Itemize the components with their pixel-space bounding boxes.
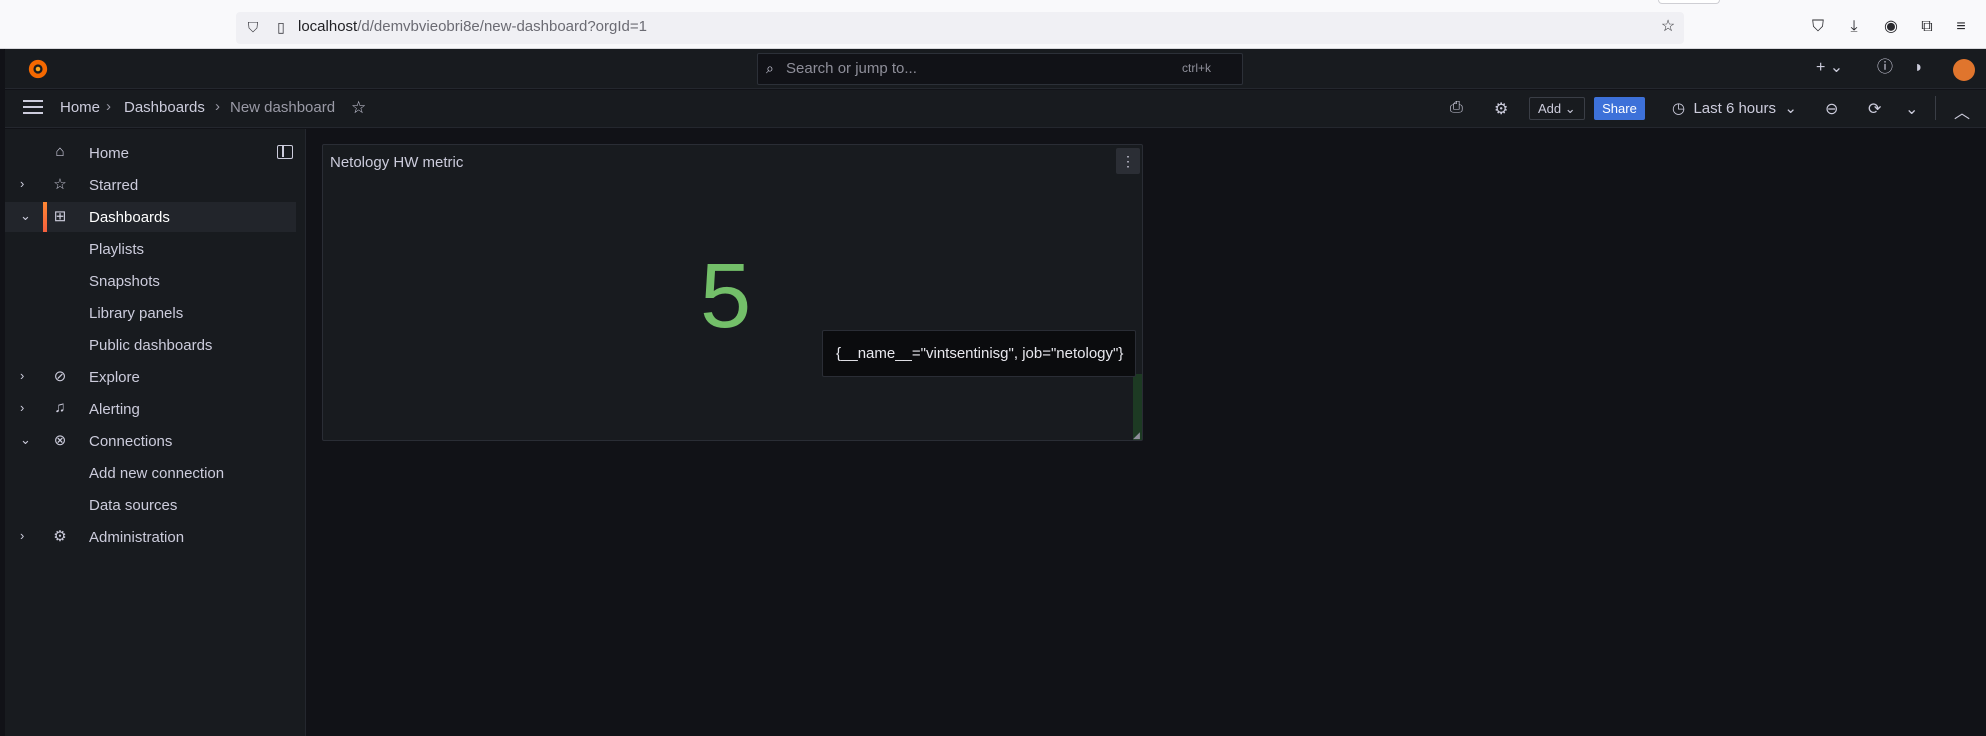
apps-icon: ⊞ [53,208,67,225]
search-placeholder: Search or jump to... [786,60,917,77]
shield-icon[interactable]: ⛉ [244,18,262,36]
compass-icon: ⊘ [53,368,67,385]
search-icon: ⌕ [766,60,774,76]
chevron-right-icon[interactable]: › [20,176,24,191]
sidebar-item-home[interactable]: ⌂ Home [5,138,296,168]
sidebar-item-administration[interactable]: › ⚙ Administration [5,522,296,552]
breadcrumb-home[interactable]: Home [60,99,100,116]
sidebar-item-explore[interactable]: › ⊘ Explore [5,362,296,392]
sidebar-item-snapshots[interactable]: Snapshots [5,266,296,296]
share-button[interactable]: Share [1594,97,1645,120]
resize-handle-icon[interactable]: ◢ [1133,430,1142,440]
star-icon: ☆ [53,176,67,193]
panel-title[interactable]: Netology HW metric [330,154,463,171]
page-icon[interactable]: ▯ [272,18,290,36]
chevron-down-icon: ⌄ [1564,101,1576,116]
refresh-icon[interactable]: ⟳ [1868,99,1881,119]
url-text[interactable]: localhost/d/demvbvieobri8e/new-dashboard… [298,18,647,35]
sidebar-item-starred[interactable]: › ☆ Starred [5,170,296,200]
search-shortcut: ctrl+k [1182,61,1212,75]
series-tooltip: {__name__="vintsentinisg", job="netology… [822,330,1136,377]
avatar[interactable] [1953,59,1975,81]
sidebar-item-playlists[interactable]: Playlists [5,234,296,264]
download-icon[interactable]: ⤓ [1843,16,1865,38]
cog-icon: ⚙ [53,528,67,545]
sidebar-item-connections[interactable]: ⌄ ⊗ Connections [5,426,296,456]
home-icon: ⌂ [55,143,65,160]
breadcrumb-separator: › [215,98,220,115]
save-dashboard-icon[interactable]: ⎙ [1450,99,1463,117]
bell-icon: ♫ [54,399,66,416]
chevron-down-icon: ⌄ [1784,100,1797,117]
bookmark-star-icon[interactable]: ☆ [1657,16,1679,38]
help-icon[interactable]: ⓘ [1877,57,1893,79]
chevron-down-icon[interactable]: ⌄ [20,432,31,448]
menu-toggle-icon[interactable] [23,100,43,116]
pocket-icon[interactable]: ⛉ [1807,16,1829,38]
new-plus-icon[interactable]: + ⌄ [1816,57,1843,79]
breadcrumb-separator: › [106,98,111,115]
stat-value: 5 [700,245,752,347]
news-rss-icon[interactable]: ◗ [1914,57,1924,79]
extensions-icon[interactable]: ⧉ [1916,16,1938,38]
dashboard-settings-gear-icon[interactable]: ⚙ [1494,99,1508,119]
time-range-picker[interactable]: ◷ Last 6 hours ⌄ [1672,99,1797,117]
collapse-chevron-up-icon[interactable]: ︿ [1954,99,1970,123]
grafana-logo-icon[interactable] [27,58,49,80]
link-icon: ⊗ [53,432,67,449]
sidebar-item-alerting[interactable]: › ♫ Alerting [5,394,296,424]
chevron-right-icon[interactable]: › [20,368,24,383]
toolbar-divider [1935,96,1936,120]
mark-favorite-star-icon[interactable]: ☆ [351,98,366,118]
sidebar-item-public-dashboards[interactable]: Public dashboards [5,330,296,360]
browser-menu-icon[interactable]: ≡ [1950,16,1972,38]
breadcrumb-dashboards[interactable]: Dashboards [124,99,205,116]
chevron-right-icon[interactable]: › [20,528,24,543]
refresh-interval-chevron-icon[interactable]: ⌄ [1905,99,1918,119]
chevron-right-icon[interactable]: › [20,400,24,415]
sidebar-item-library-panels[interactable]: Library panels [5,298,296,328]
tab-edge [1658,0,1720,4]
panel-menu-icon[interactable]: ⋮ [1116,148,1140,174]
breadcrumb-current: New dashboard [230,99,336,116]
clock-icon: ◷ [1672,100,1686,117]
add-button[interactable]: Add ⌄ [1529,97,1585,120]
chevron-down-icon[interactable]: ⌄ [20,208,31,224]
zoom-out-icon[interactable]: ⊖ [1825,99,1838,119]
sidebar-item-add-new-connection[interactable]: Add new connection [5,458,296,488]
sidebar-item-dashboards[interactable]: ⌄ ⊞ Dashboards [5,202,296,232]
sidebar-item-data-sources[interactable]: Data sources [5,490,296,520]
account-icon[interactable]: ◉ [1880,16,1902,38]
